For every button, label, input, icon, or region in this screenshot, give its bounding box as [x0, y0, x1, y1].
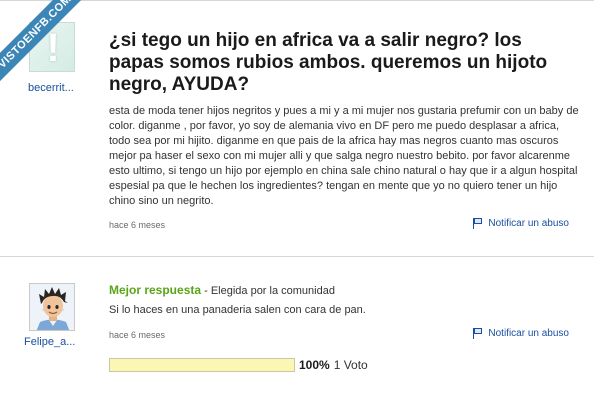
vote-progress-bar: [109, 358, 295, 372]
flag-icon: [473, 218, 483, 229]
watermark-ribbon: VISTOENFB.COM: [0, 0, 90, 90]
best-answer-header: Mejor respuesta - Elegida por la comunid…: [109, 283, 335, 297]
question-title: ¿si tego un hijo en africa va a salir ne…: [109, 30, 548, 95]
chosen-by-label: - Elegida por la comunidad: [201, 285, 335, 297]
answerer-name-link[interactable]: Felipe_a...: [24, 336, 94, 348]
report-abuse-label: Notificar un abuso: [488, 328, 569, 339]
question-timestamp: hace 6 meses: [109, 220, 166, 230]
flag-icon: [473, 328, 483, 339]
vote-progress-fill: [110, 359, 294, 371]
report-abuse-label: Notificar un abuso: [488, 218, 569, 229]
vote-percent: 100%: [299, 358, 330, 372]
watermark-text: VISTOENFB.COM: [0, 0, 89, 86]
vote-count: 1 Voto: [333, 358, 368, 372]
vote-row: 100% 1 Voto: [109, 357, 368, 373]
answerer-avatar[interactable]: [29, 283, 75, 331]
question-body: esta de moda tener hijos negritos y pues…: [109, 105, 579, 207]
section-divider: [0, 256, 594, 257]
answer-text: Si lo haces en una panaderia salen con c…: [109, 304, 366, 316]
best-answer-label: Mejor respuesta: [109, 283, 202, 297]
person-avatar-icon: [30, 284, 74, 330]
answer-meta-row: hace 6 meses Notificar un abuso: [109, 328, 569, 342]
answer-report-abuse-link[interactable]: Notificar un abuso: [473, 328, 569, 339]
question-meta-row: hace 6 meses Notificar un abuso: [109, 218, 569, 232]
question-report-abuse-link[interactable]: Notificar un abuso: [473, 218, 569, 229]
answer-timestamp: hace 6 meses: [109, 330, 166, 340]
